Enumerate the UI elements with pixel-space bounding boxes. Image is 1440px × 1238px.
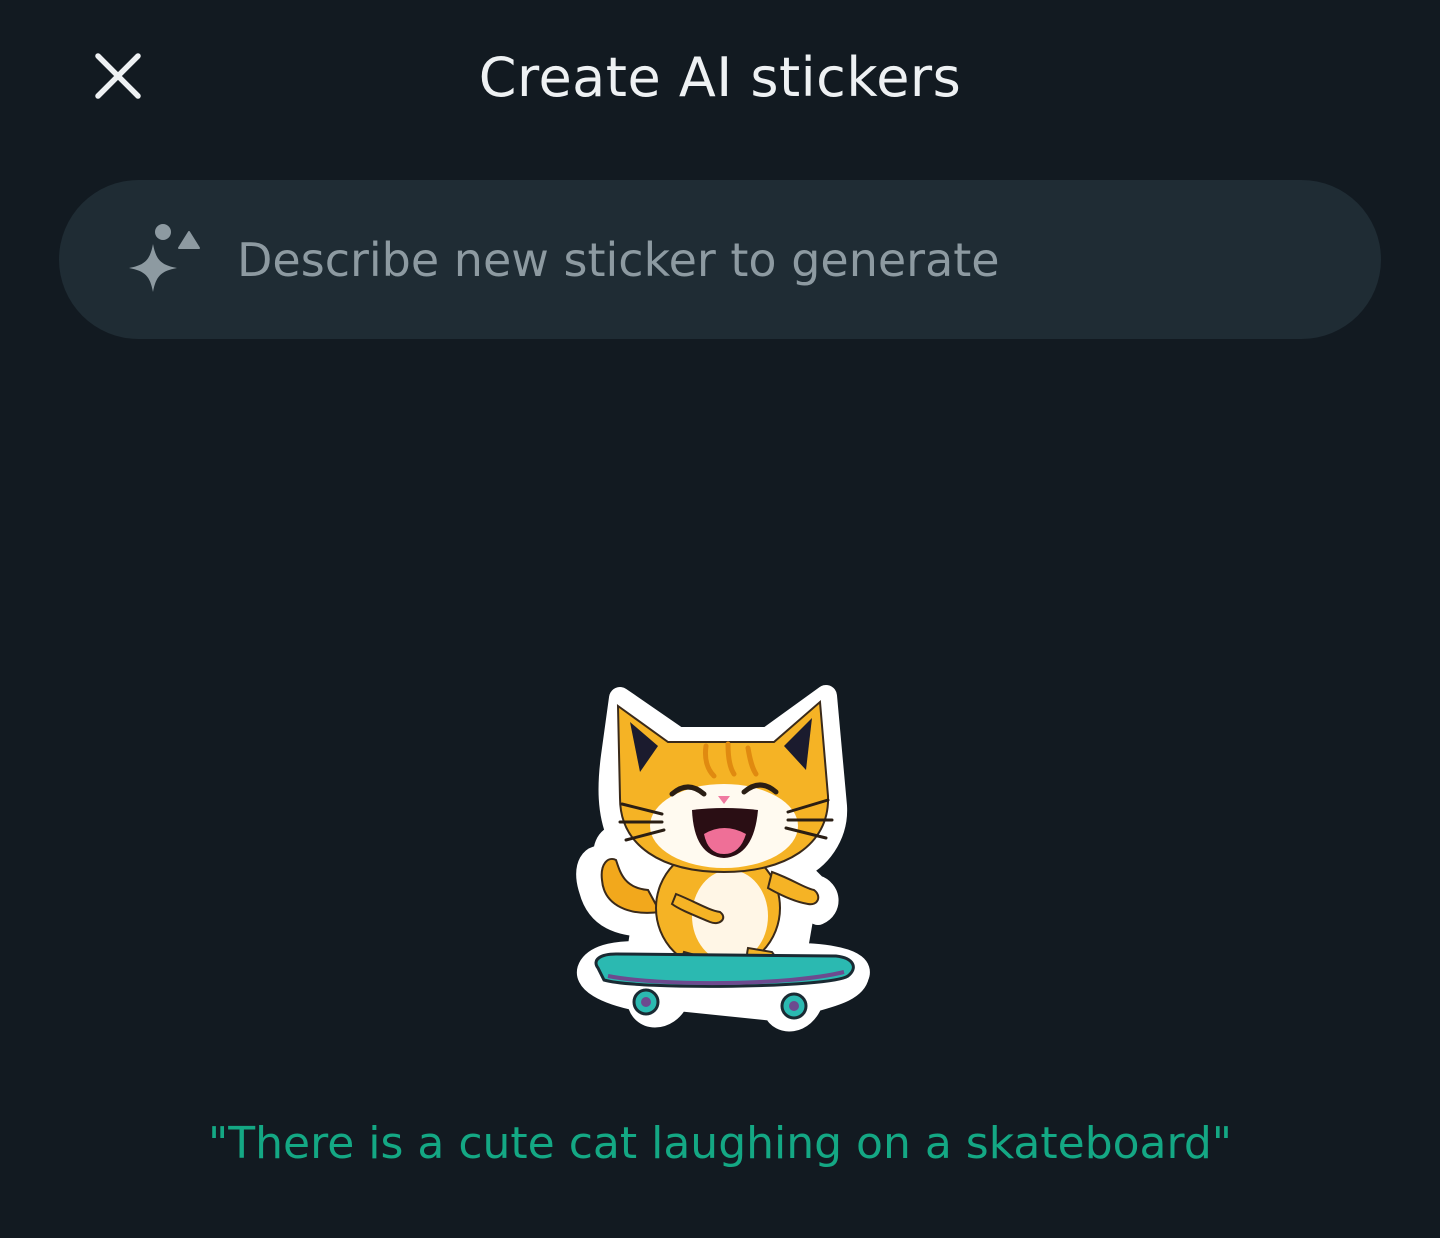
sticker-prompt-bar[interactable] bbox=[59, 180, 1381, 339]
sparkle-icon bbox=[129, 224, 200, 292]
cat-on-skateboard-sticker bbox=[576, 685, 870, 1032]
sticker-description-input[interactable] bbox=[237, 226, 1317, 294]
header: Create AI stickers bbox=[0, 0, 1440, 160]
page-title: Create AI stickers bbox=[478, 46, 962, 109]
example-prompt-text: "There is a cute cat laughing on a skate… bbox=[208, 1118, 1232, 1169]
